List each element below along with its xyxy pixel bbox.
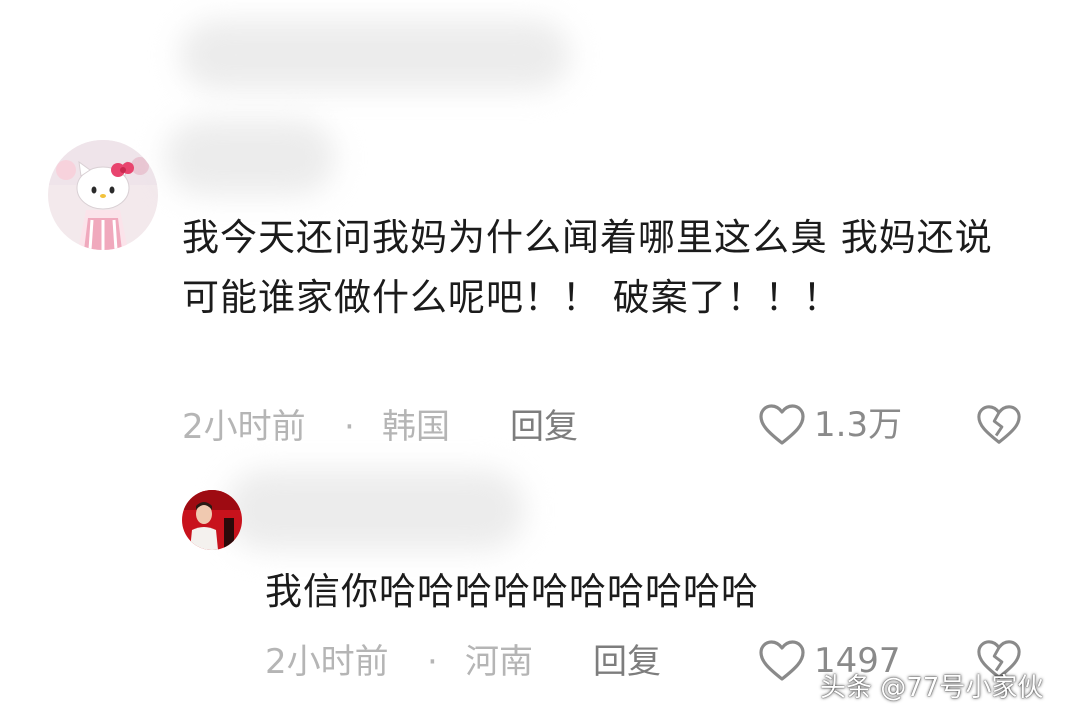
avatar[interactable] (48, 140, 158, 250)
broken-heart-icon (977, 405, 1021, 444)
like-count: 1.3万 (814, 405, 903, 445)
comment-location: 河南 (465, 642, 533, 682)
heart-icon (759, 640, 805, 681)
comment-screen: 我今天还问我妈为什么闻着哪里这么臭 我妈还说可能谁家做什么呢吧！！ 破案了！！！… (0, 0, 1080, 720)
comment-text: 我今天还问我妈为什么闻着哪里这么臭 我妈还说可能谁家做什么呢吧！！ 破案了！！！ (182, 216, 993, 319)
avatar[interactable] (182, 490, 242, 550)
redacted-username (165, 120, 335, 195)
comment-text: 我信你哈哈哈哈哈哈哈哈哈哈 (265, 570, 759, 613)
redacted-area-top (180, 20, 570, 90)
like-button[interactable]: 1.3万 (758, 400, 928, 450)
comment-time: 2小时前 (265, 642, 389, 682)
comment-location: 韩国 (382, 407, 450, 447)
dislike-button[interactable] (976, 403, 1022, 447)
heart-icon (759, 404, 805, 445)
hello-kitty-avatar-image (48, 140, 158, 250)
reply-button[interactable]: 回复 (593, 637, 661, 687)
watermark: 头条 @77号小家伙 (820, 673, 1044, 703)
meta-separator: · (344, 407, 355, 447)
comment-meta: 2小时前 · 河南 回复 (265, 637, 725, 687)
meta-separator: · (427, 642, 438, 682)
redacted-username (225, 470, 525, 550)
comment-time: 2小时前 (182, 407, 306, 447)
person-avatar-image (182, 490, 242, 550)
reply-button[interactable]: 回复 (510, 402, 578, 452)
comment-meta: 2小时前 · 韩国 回复 (182, 402, 642, 452)
